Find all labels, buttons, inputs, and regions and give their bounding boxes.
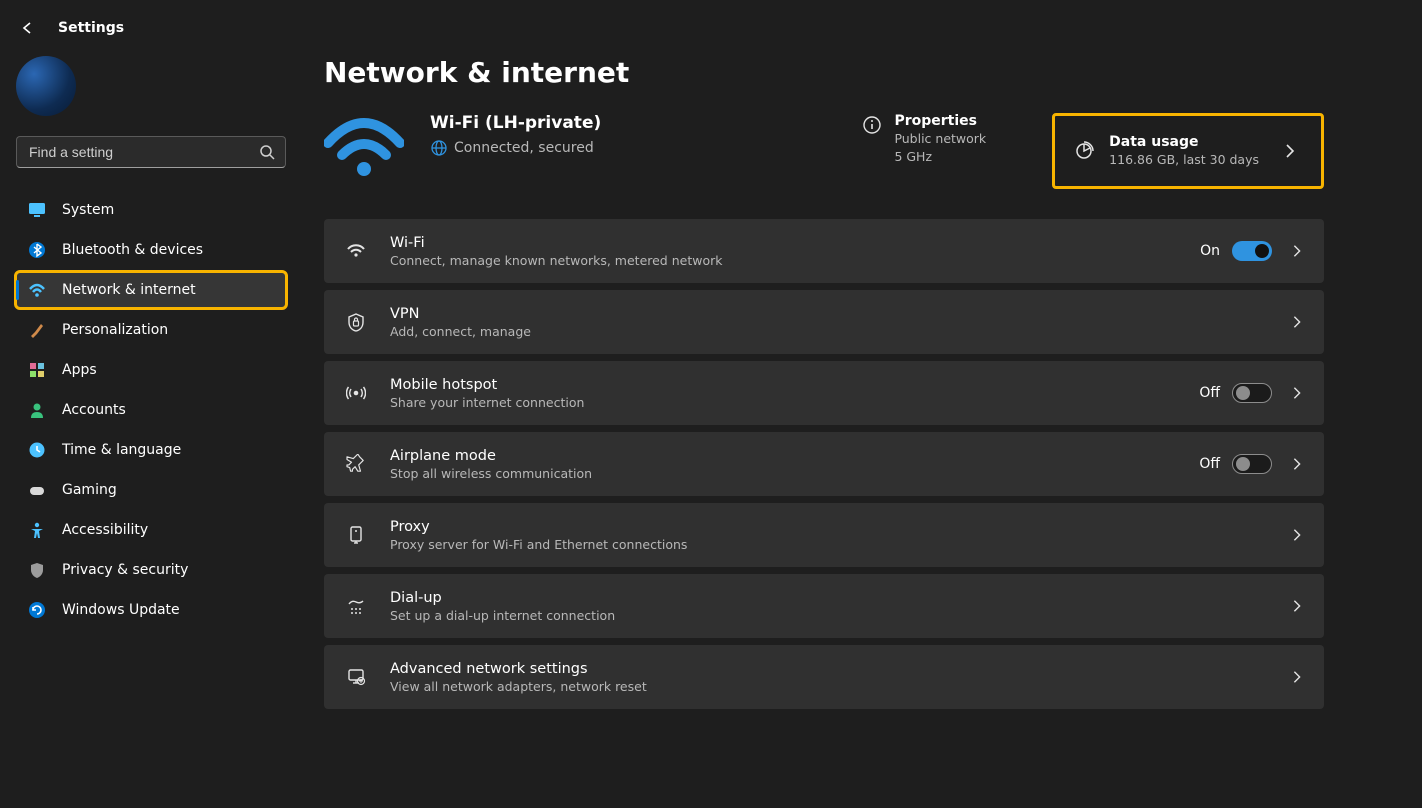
setting-subtitle: View all network adapters, network reset (390, 679, 1272, 694)
sidebar-item-label: Accounts (62, 402, 126, 418)
airplane-icon (344, 452, 368, 476)
sidebar-item-bluetooth[interactable]: Bluetooth & devices (16, 232, 286, 268)
pie-chart-icon (1073, 140, 1095, 162)
sidebar-item-accounts[interactable]: Accounts (16, 392, 286, 428)
page-title: Network & internet (324, 56, 1324, 89)
shield-lock-icon (344, 310, 368, 334)
setting-title: Dial-up (390, 590, 1272, 606)
sidebar-item-privacy[interactable]: Privacy & security (16, 552, 286, 588)
setting-subtitle: Stop all wireless communication (390, 466, 1199, 481)
sidebar-item-label: Time & language (62, 442, 181, 458)
clock-icon (28, 441, 46, 459)
sidebar-item-network[interactable]: Network & internet (16, 272, 286, 308)
setting-airplane[interactable]: Airplane mode Stop all wireless communic… (324, 432, 1324, 496)
sidebar-item-accessibility[interactable]: Accessibility (16, 512, 286, 548)
setting-title: Mobile hotspot (390, 377, 1199, 393)
app-title: Settings (58, 20, 124, 36)
setting-title: Proxy (390, 519, 1272, 535)
sidebar-item-label: System (62, 202, 114, 218)
connection-status-icon (324, 113, 404, 177)
user-avatar[interactable] (16, 56, 76, 116)
chevron-right-icon (1283, 143, 1297, 159)
wifi-icon (28, 281, 46, 299)
gamepad-icon (28, 481, 46, 499)
wifi-icon (344, 239, 368, 263)
sidebar-item-label: Gaming (62, 482, 117, 498)
sidebar-item-update[interactable]: Windows Update (16, 592, 286, 628)
advanced-icon (344, 665, 368, 689)
shield-icon (28, 561, 46, 579)
search-input[interactable] (27, 143, 247, 161)
setting-subtitle: Proxy server for Wi-Fi and Ethernet conn… (390, 537, 1272, 552)
bluetooth-icon (28, 241, 46, 259)
sidebar-nav: System Bluetooth & devices Network & inter… (16, 192, 286, 628)
setting-title: Wi-Fi (390, 235, 1200, 251)
properties-line1: Public network (894, 131, 986, 147)
chevron-right-icon (1290, 457, 1304, 471)
chevron-right-icon (1290, 315, 1304, 329)
wifi-toggle[interactable] (1232, 241, 1272, 261)
toggle-label: Off (1199, 456, 1220, 472)
apps-icon (28, 361, 46, 379)
monitor-icon (28, 201, 46, 219)
sidebar-item-time[interactable]: Time & language (16, 432, 286, 468)
chevron-right-icon (1290, 244, 1304, 258)
search-box[interactable] (16, 136, 286, 168)
person-icon (28, 401, 46, 419)
sidebar-item-label: Bluetooth & devices (62, 242, 203, 258)
globe-icon (430, 139, 448, 157)
setting-hotspot[interactable]: Mobile hotspot Share your internet conne… (324, 361, 1324, 425)
connection-state: Connected, secured (454, 140, 594, 156)
toggle-label: On (1200, 243, 1220, 259)
sidebar-item-personalization[interactable]: Personalization (16, 312, 286, 348)
airplane-toggle[interactable] (1232, 454, 1272, 474)
hotspot-icon (344, 381, 368, 405)
setting-title: VPN (390, 306, 1272, 322)
sidebar-item-label: Personalization (62, 322, 168, 338)
back-button[interactable] (12, 12, 44, 44)
setting-vpn[interactable]: VPN Add, connect, manage (324, 290, 1324, 354)
brush-icon (28, 321, 46, 339)
sidebar-item-gaming[interactable]: Gaming (16, 472, 286, 508)
settings-list: Wi-Fi Connect, manage known networks, me… (324, 219, 1324, 709)
properties-line2: 5 GHz (894, 149, 986, 165)
wifi-icon (324, 113, 404, 177)
chevron-right-icon (1290, 528, 1304, 542)
data-usage-button[interactable]: Data usage 116.86 GB, last 30 days (1052, 113, 1324, 189)
arrow-left-icon (20, 20, 36, 36)
properties-button[interactable]: Properties Public network 5 GHz (862, 113, 986, 166)
update-icon (28, 601, 46, 619)
hotspot-toggle[interactable] (1232, 383, 1272, 403)
sidebar-item-label: Network & internet (62, 282, 196, 298)
setting-subtitle: Add, connect, manage (390, 324, 1272, 339)
setting-dialup[interactable]: Dial-up Set up a dial-up internet connec… (324, 574, 1324, 638)
properties-title: Properties (894, 113, 986, 129)
info-icon (862, 115, 882, 135)
setting-subtitle: Connect, manage known networks, metered … (390, 253, 1200, 268)
setting-title: Airplane mode (390, 448, 1199, 464)
dialup-icon (344, 594, 368, 618)
setting-proxy[interactable]: Proxy Proxy server for Wi-Fi and Etherne… (324, 503, 1324, 567)
sidebar-item-label: Windows Update (62, 602, 180, 618)
setting-wifi[interactable]: Wi-Fi Connect, manage known networks, me… (324, 219, 1324, 283)
sidebar-item-label: Privacy & security (62, 562, 188, 578)
connection-name: Wi-Fi (LH-private) (430, 113, 790, 133)
toggle-label: Off (1199, 385, 1220, 401)
chevron-right-icon (1290, 670, 1304, 684)
accessibility-icon (28, 521, 46, 539)
data-usage-sub: 116.86 GB, last 30 days (1109, 152, 1259, 168)
setting-advanced[interactable]: Advanced network settings View all netwo… (324, 645, 1324, 709)
sidebar-item-apps[interactable]: Apps (16, 352, 286, 388)
sidebar-item-system[interactable]: System (16, 192, 286, 228)
chevron-right-icon (1290, 386, 1304, 400)
sidebar-item-label: Apps (62, 362, 97, 378)
chevron-right-icon (1290, 599, 1304, 613)
setting-subtitle: Share your internet connection (390, 395, 1199, 410)
setting-subtitle: Set up a dial-up internet connection (390, 608, 1272, 623)
setting-title: Advanced network settings (390, 661, 1272, 677)
proxy-icon (344, 523, 368, 547)
data-usage-title: Data usage (1109, 134, 1259, 150)
search-icon (259, 144, 275, 160)
sidebar-item-label: Accessibility (62, 522, 148, 538)
